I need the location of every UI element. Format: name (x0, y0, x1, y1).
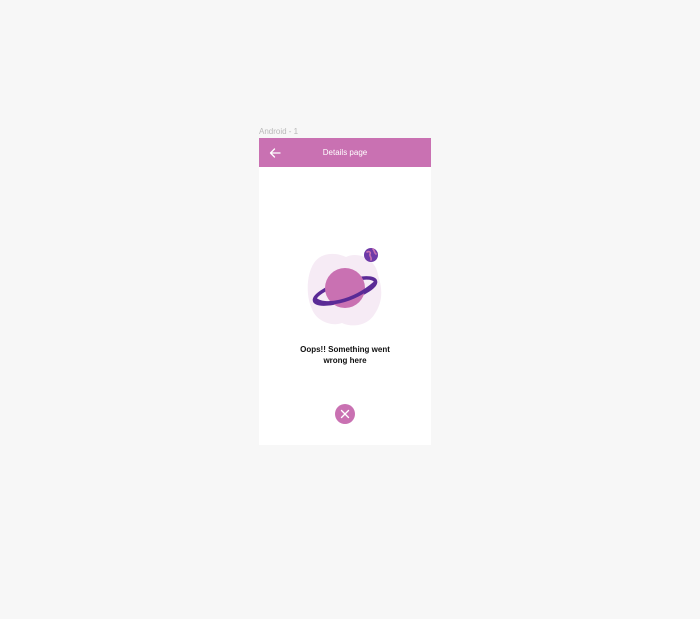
frame-label: Android - 1 (259, 127, 299, 136)
page-title: Details page (322, 148, 368, 157)
error-message: Oops!! Something went wrong here (300, 345, 390, 365)
close-icon (340, 409, 350, 419)
close-button[interactable] (335, 404, 355, 424)
phone-screen: Details page Oops!! Something went wrong… (259, 138, 431, 445)
app-bar: Details page (259, 138, 431, 167)
planet-icon (307, 248, 382, 326)
